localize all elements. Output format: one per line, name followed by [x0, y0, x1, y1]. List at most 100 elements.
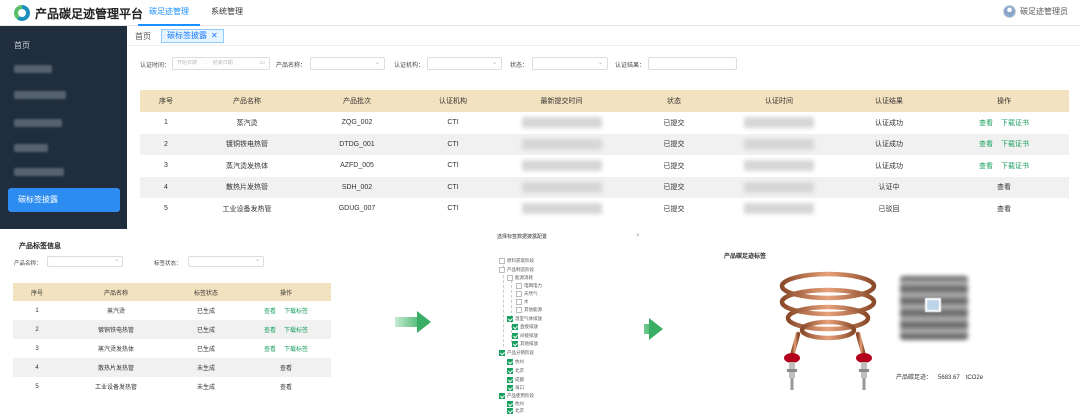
- checkbox-checked[interactable]: [512, 341, 518, 347]
- flow-arrow-icon: [395, 311, 431, 333]
- view-link[interactable]: 查看: [264, 347, 276, 353]
- chevron-down-icon: ⌄: [254, 257, 260, 263]
- close-icon[interactable]: ✕: [211, 30, 218, 42]
- cell-batch: SDH_002: [302, 176, 412, 198]
- sidebar-item-blurred[interactable]: [14, 91, 66, 99]
- view-link[interactable]: 查看: [264, 309, 276, 315]
- tree-node[interactable]: 其他能源: [516, 307, 542, 313]
- tab-home[interactable]: 首页: [135, 31, 151, 42]
- panel-status-select[interactable]: ⌄: [188, 256, 264, 267]
- brand-logo-icon: [14, 5, 30, 21]
- cell-org: CTI: [412, 133, 494, 155]
- nav-carbon-footprint[interactable]: 碳足迹管理: [138, 0, 200, 26]
- result-label: 认证结果：: [615, 63, 646, 69]
- view-link[interactable]: 查看: [280, 366, 292, 372]
- user-name: 碳足迹管理员: [1020, 7, 1068, 16]
- tree-node[interactable]: 杭州: [507, 359, 524, 365]
- table-row: 4 散热片发热管 SDH_002 CTI 已提交 认证中 查看: [140, 176, 1069, 198]
- checkbox[interactable]: [499, 258, 505, 264]
- checkbox[interactable]: [499, 267, 505, 273]
- carbon-label-card: 产品碳足迹标签 产品碳足迹： 5683.67 tCO2e: [700, 240, 1000, 390]
- avatar-icon: [1003, 5, 1016, 18]
- tree-node[interactable]: 电网电力: [516, 283, 542, 289]
- view-link[interactable]: 查看: [979, 141, 993, 148]
- tree-node[interactable]: 间接排放: [512, 333, 538, 339]
- cell-batch: ZQG_002: [341, 119, 373, 127]
- tree-node[interactable]: 产品分销阶段: [499, 350, 534, 356]
- panel-product-select[interactable]: ⌄: [47, 256, 123, 267]
- tree-node[interactable]: 原料获取阶段: [499, 258, 534, 264]
- cell-org: CTI: [412, 176, 494, 198]
- cell-no: 3: [164, 162, 168, 170]
- sidebar-item-blurred[interactable]: [14, 144, 48, 152]
- label-table: 序号 产品名称 标签状态 操作 1 蒸汽烫 已生成 查看 下载标签 2 镀铜铁电热…: [13, 283, 331, 396]
- tree-node[interactable]: 北京: [507, 408, 524, 414]
- col-org: 认证机构: [412, 90, 494, 112]
- download-cert-link[interactable]: 下载证书: [1001, 120, 1029, 127]
- tree-node[interactable]: 杭州: [507, 401, 524, 407]
- sidebar-item-blurred[interactable]: [14, 65, 52, 73]
- sidebar-item-home[interactable]: 首页: [14, 40, 30, 51]
- download-cert-link[interactable]: 下载证书: [1001, 163, 1029, 170]
- checkbox[interactable]: [516, 299, 522, 305]
- result-input[interactable]: [648, 57, 737, 70]
- status-label: 状态：: [510, 63, 529, 69]
- checkbox-checked[interactable]: [507, 359, 513, 365]
- sidebar-item-carbon-label[interactable]: 碳标签披露: [8, 188, 120, 212]
- download-label-link[interactable]: 下载标签: [284, 328, 308, 334]
- view-link[interactable]: 查看: [997, 184, 1011, 191]
- checkbox[interactable]: [507, 275, 513, 281]
- chevron-down-icon: ⌄: [491, 60, 497, 66]
- product-name-select[interactable]: ⌄: [310, 57, 385, 70]
- checkbox-checked[interactable]: [512, 333, 518, 339]
- cell-cert-time-blurred: [719, 176, 839, 198]
- cell-submit-time-blurred: [494, 112, 629, 134]
- cell-product-name: 镀铜铁电热管: [61, 320, 171, 339]
- tree-node[interactable]: 水: [516, 299, 529, 305]
- footprint-label: 产品碳足迹：: [896, 375, 933, 381]
- checkbox-checked[interactable]: [499, 393, 505, 399]
- sidebar-item-blurred[interactable]: [14, 168, 64, 176]
- checkbox[interactable]: [516, 291, 522, 297]
- tab-label: 碳标签披露: [167, 31, 207, 40]
- tree-node[interactable]: 能源消耗: [507, 275, 533, 281]
- checkbox-checked[interactable]: [507, 377, 513, 383]
- calendar-icon: ▭: [259, 60, 265, 66]
- user-menu[interactable]: 碳足迹管理员: [1003, 5, 1068, 18]
- checkbox-checked[interactable]: [507, 408, 513, 414]
- tab-carbon-label[interactable]: 碳标签披露 ✕: [161, 29, 224, 43]
- download-cert-link[interactable]: 下载证书: [1001, 141, 1029, 148]
- tree-node[interactable]: 温室气体排放: [507, 316, 542, 322]
- tree-node[interactable]: 成都: [507, 377, 524, 383]
- tree-node[interactable]: 海口: [507, 385, 524, 391]
- sidebar-item-blurred[interactable]: [14, 119, 62, 127]
- tree-node[interactable]: 其他排放: [512, 341, 538, 347]
- checkbox[interactable]: [516, 307, 522, 313]
- org-select[interactable]: ⌄: [427, 57, 502, 70]
- status-select[interactable]: ⌄: [532, 57, 608, 70]
- view-link[interactable]: 查看: [997, 206, 1011, 213]
- view-link[interactable]: 查看: [264, 328, 276, 334]
- view-link[interactable]: 查看: [280, 385, 292, 391]
- checkbox-checked[interactable]: [507, 401, 513, 407]
- end-date-placeholder: 结束日期: [212, 60, 233, 66]
- download-label-link[interactable]: 下载标签: [284, 309, 308, 315]
- checkbox-checked[interactable]: [499, 350, 505, 356]
- checkbox-checked[interactable]: [507, 316, 513, 322]
- carbon-label-title: 产品碳足迹标签: [724, 254, 767, 260]
- checkbox-checked[interactable]: [512, 324, 518, 330]
- download-label-link[interactable]: 下载标签: [284, 347, 308, 353]
- tree-node[interactable]: 直接排放: [512, 324, 538, 330]
- checkbox-checked[interactable]: [507, 385, 513, 391]
- close-icon[interactable]: ×: [636, 233, 640, 239]
- checkbox-checked[interactable]: [507, 368, 513, 374]
- view-link[interactable]: 查看: [979, 163, 993, 170]
- tree-node[interactable]: 北京: [507, 368, 524, 374]
- tree-node[interactable]: 产品制造阶段: [499, 267, 534, 273]
- tree-node[interactable]: 产品使用阶段: [499, 393, 534, 399]
- date-range-picker[interactable]: 开始日期 → 结束日期 ▭: [172, 57, 270, 70]
- checkbox[interactable]: [516, 283, 522, 289]
- tree-node[interactable]: 天然气: [516, 291, 538, 297]
- nav-system[interactable]: 系统管理: [200, 0, 254, 26]
- view-link[interactable]: 查看: [979, 120, 993, 127]
